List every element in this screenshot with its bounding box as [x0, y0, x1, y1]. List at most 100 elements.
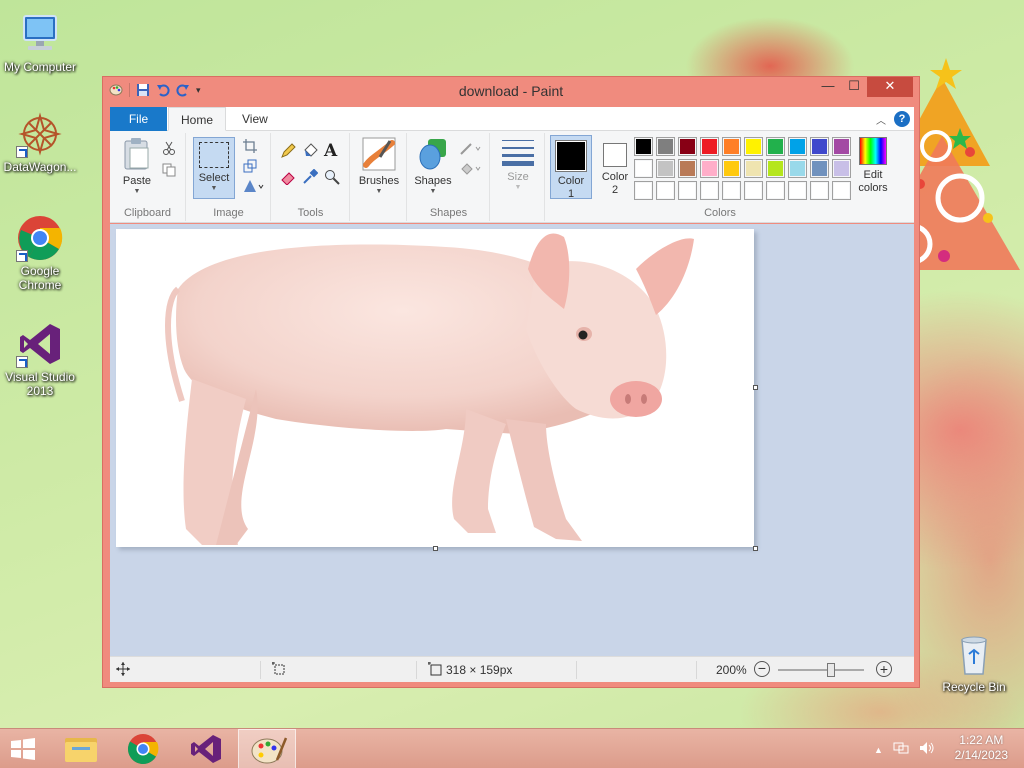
color-swatch[interactable] — [656, 137, 675, 156]
taskbar-paint[interactable] — [238, 729, 296, 768]
color2-fill — [605, 145, 625, 165]
size-button[interactable]: Size ▼ — [495, 137, 541, 192]
resize-handle-right[interactable] — [753, 385, 758, 390]
color-swatch[interactable] — [634, 159, 653, 178]
image-canvas[interactable] — [116, 229, 754, 547]
resize-handle-corner[interactable] — [753, 546, 758, 551]
ribbon-tabs: File Home View ︿ ? — [110, 107, 914, 131]
color-swatch[interactable] — [700, 181, 719, 200]
window-title: download - Paint — [458, 83, 564, 99]
taskbar-clock[interactable]: 1:22 AM 2/14/2023 — [955, 733, 1008, 763]
fill-icon[interactable] — [460, 161, 482, 178]
color-swatch-fill — [746, 161, 761, 176]
show-hidden-icons-icon[interactable]: ▲ — [874, 745, 883, 755]
canvas-workspace[interactable] — [110, 224, 914, 656]
resize-icon[interactable] — [243, 159, 257, 176]
desktop-icon-datawagon[interactable]: DataWagon... — [0, 110, 80, 174]
paste-button[interactable]: Paste ▼ — [116, 137, 158, 196]
color-swatch[interactable] — [722, 137, 741, 156]
fill-bucket-icon[interactable] — [302, 143, 318, 162]
line-size-icon — [501, 137, 535, 167]
color-swatch[interactable] — [744, 181, 763, 200]
copy-icon[interactable] — [162, 163, 176, 180]
color-swatch[interactable] — [832, 181, 851, 200]
network-icon[interactable] — [893, 741, 909, 758]
color-swatch[interactable] — [678, 137, 697, 156]
maximize-button[interactable]: ☐ — [841, 77, 867, 97]
taskbar-chrome[interactable] — [114, 729, 172, 768]
taskbar-file-explorer[interactable] — [52, 729, 110, 768]
color-swatch[interactable] — [700, 137, 719, 156]
color-swatch[interactable] — [766, 137, 785, 156]
clock-date: 2/14/2023 — [954, 748, 1008, 762]
color-swatch-fill — [724, 161, 739, 176]
color-swatch[interactable] — [788, 159, 807, 178]
color2-button[interactable]: Color 2 — [594, 135, 636, 199]
size-label: Size — [507, 171, 529, 183]
outline-icon[interactable] — [460, 141, 482, 158]
collapse-ribbon-icon[interactable]: ︿ — [876, 112, 886, 127]
edit-colors-button[interactable]: Edit colors — [854, 135, 892, 195]
start-button[interactable] — [8, 737, 38, 761]
select-button[interactable]: Select ▼ — [193, 137, 235, 199]
zoom-slider-thumb[interactable] — [827, 663, 835, 677]
close-button[interactable]: ✕ — [867, 77, 913, 97]
color-swatch[interactable] — [810, 159, 829, 178]
brushes-button[interactable]: Brushes ▼ — [355, 137, 403, 196]
color-swatch[interactable] — [634, 181, 653, 200]
paste-dropdown-icon: ▼ — [133, 188, 141, 195]
color-swatch[interactable] — [744, 137, 763, 156]
paint-window[interactable]: ▾ download - Paint — ☐ ✕ File Home View … — [102, 76, 920, 688]
color-swatch[interactable] — [810, 181, 829, 200]
color-picker-icon[interactable] — [302, 168, 319, 188]
color-swatch[interactable] — [722, 181, 741, 200]
crop-icon[interactable] — [243, 139, 257, 156]
desktop-icon-google-chrome[interactable]: Google Chrome — [0, 214, 80, 292]
color-swatch[interactable] — [788, 181, 807, 200]
taskbar-visual-studio[interactable] — [176, 729, 234, 768]
color-swatch[interactable] — [678, 159, 697, 178]
zoom-slider[interactable] — [778, 663, 864, 677]
color-swatch[interactable] — [700, 159, 719, 178]
volume-icon[interactable] — [919, 741, 935, 758]
color-swatch[interactable] — [788, 137, 807, 156]
color-swatch[interactable] — [678, 181, 697, 200]
color-swatch[interactable] — [766, 159, 785, 178]
tab-view[interactable]: View — [228, 107, 282, 131]
color-swatch[interactable] — [656, 159, 675, 178]
computer-icon — [16, 10, 64, 58]
brushes-dropdown-icon: ▼ — [375, 188, 383, 195]
title-bar[interactable]: ▾ download - Paint — ☐ ✕ — [103, 77, 919, 107]
shapes-button[interactable]: Shapes ▼ — [410, 137, 456, 196]
tab-file[interactable]: File — [110, 107, 167, 131]
color-swatch[interactable] — [744, 159, 763, 178]
eraser-icon[interactable] — [280, 169, 296, 188]
desktop-icon-my-computer[interactable]: My Computer — [0, 10, 80, 74]
desktop-icon-recycle-bin[interactable]: Recycle Bin — [934, 630, 1014, 694]
pencil-icon[interactable] — [280, 143, 296, 162]
zoom-in-button[interactable]: + — [876, 661, 892, 677]
image-group-label: Image — [213, 207, 244, 219]
tab-home[interactable]: Home — [168, 107, 226, 131]
color-swatch[interactable] — [656, 181, 675, 200]
text-tool-icon[interactable]: A — [324, 141, 337, 161]
rotate-icon[interactable] — [243, 179, 265, 196]
clipboard-icon — [122, 137, 152, 171]
zoom-out-button[interactable]: − — [754, 661, 770, 677]
resize-handle-bottom[interactable] — [433, 546, 438, 551]
paint-palette-icon — [251, 737, 288, 764]
minimize-button[interactable]: — — [815, 77, 841, 97]
color1-button[interactable]: Color 1 — [550, 135, 592, 200]
desktop-icon-visual-studio[interactable]: Visual Studio 2013 — [0, 320, 80, 398]
magnifier-icon[interactable] — [324, 169, 340, 188]
cut-icon[interactable] — [162, 141, 176, 158]
color-swatch[interactable] — [634, 137, 653, 156]
help-icon[interactable]: ? — [894, 111, 910, 127]
clock-time: 1:22 AM — [959, 733, 1004, 747]
color-swatch[interactable] — [810, 137, 829, 156]
color-swatch[interactable] — [832, 137, 851, 156]
color-swatch[interactable] — [832, 159, 851, 178]
desktop-icon-label: Google Chrome — [18, 264, 62, 292]
color-swatch[interactable] — [766, 181, 785, 200]
color-swatch[interactable] — [722, 159, 741, 178]
